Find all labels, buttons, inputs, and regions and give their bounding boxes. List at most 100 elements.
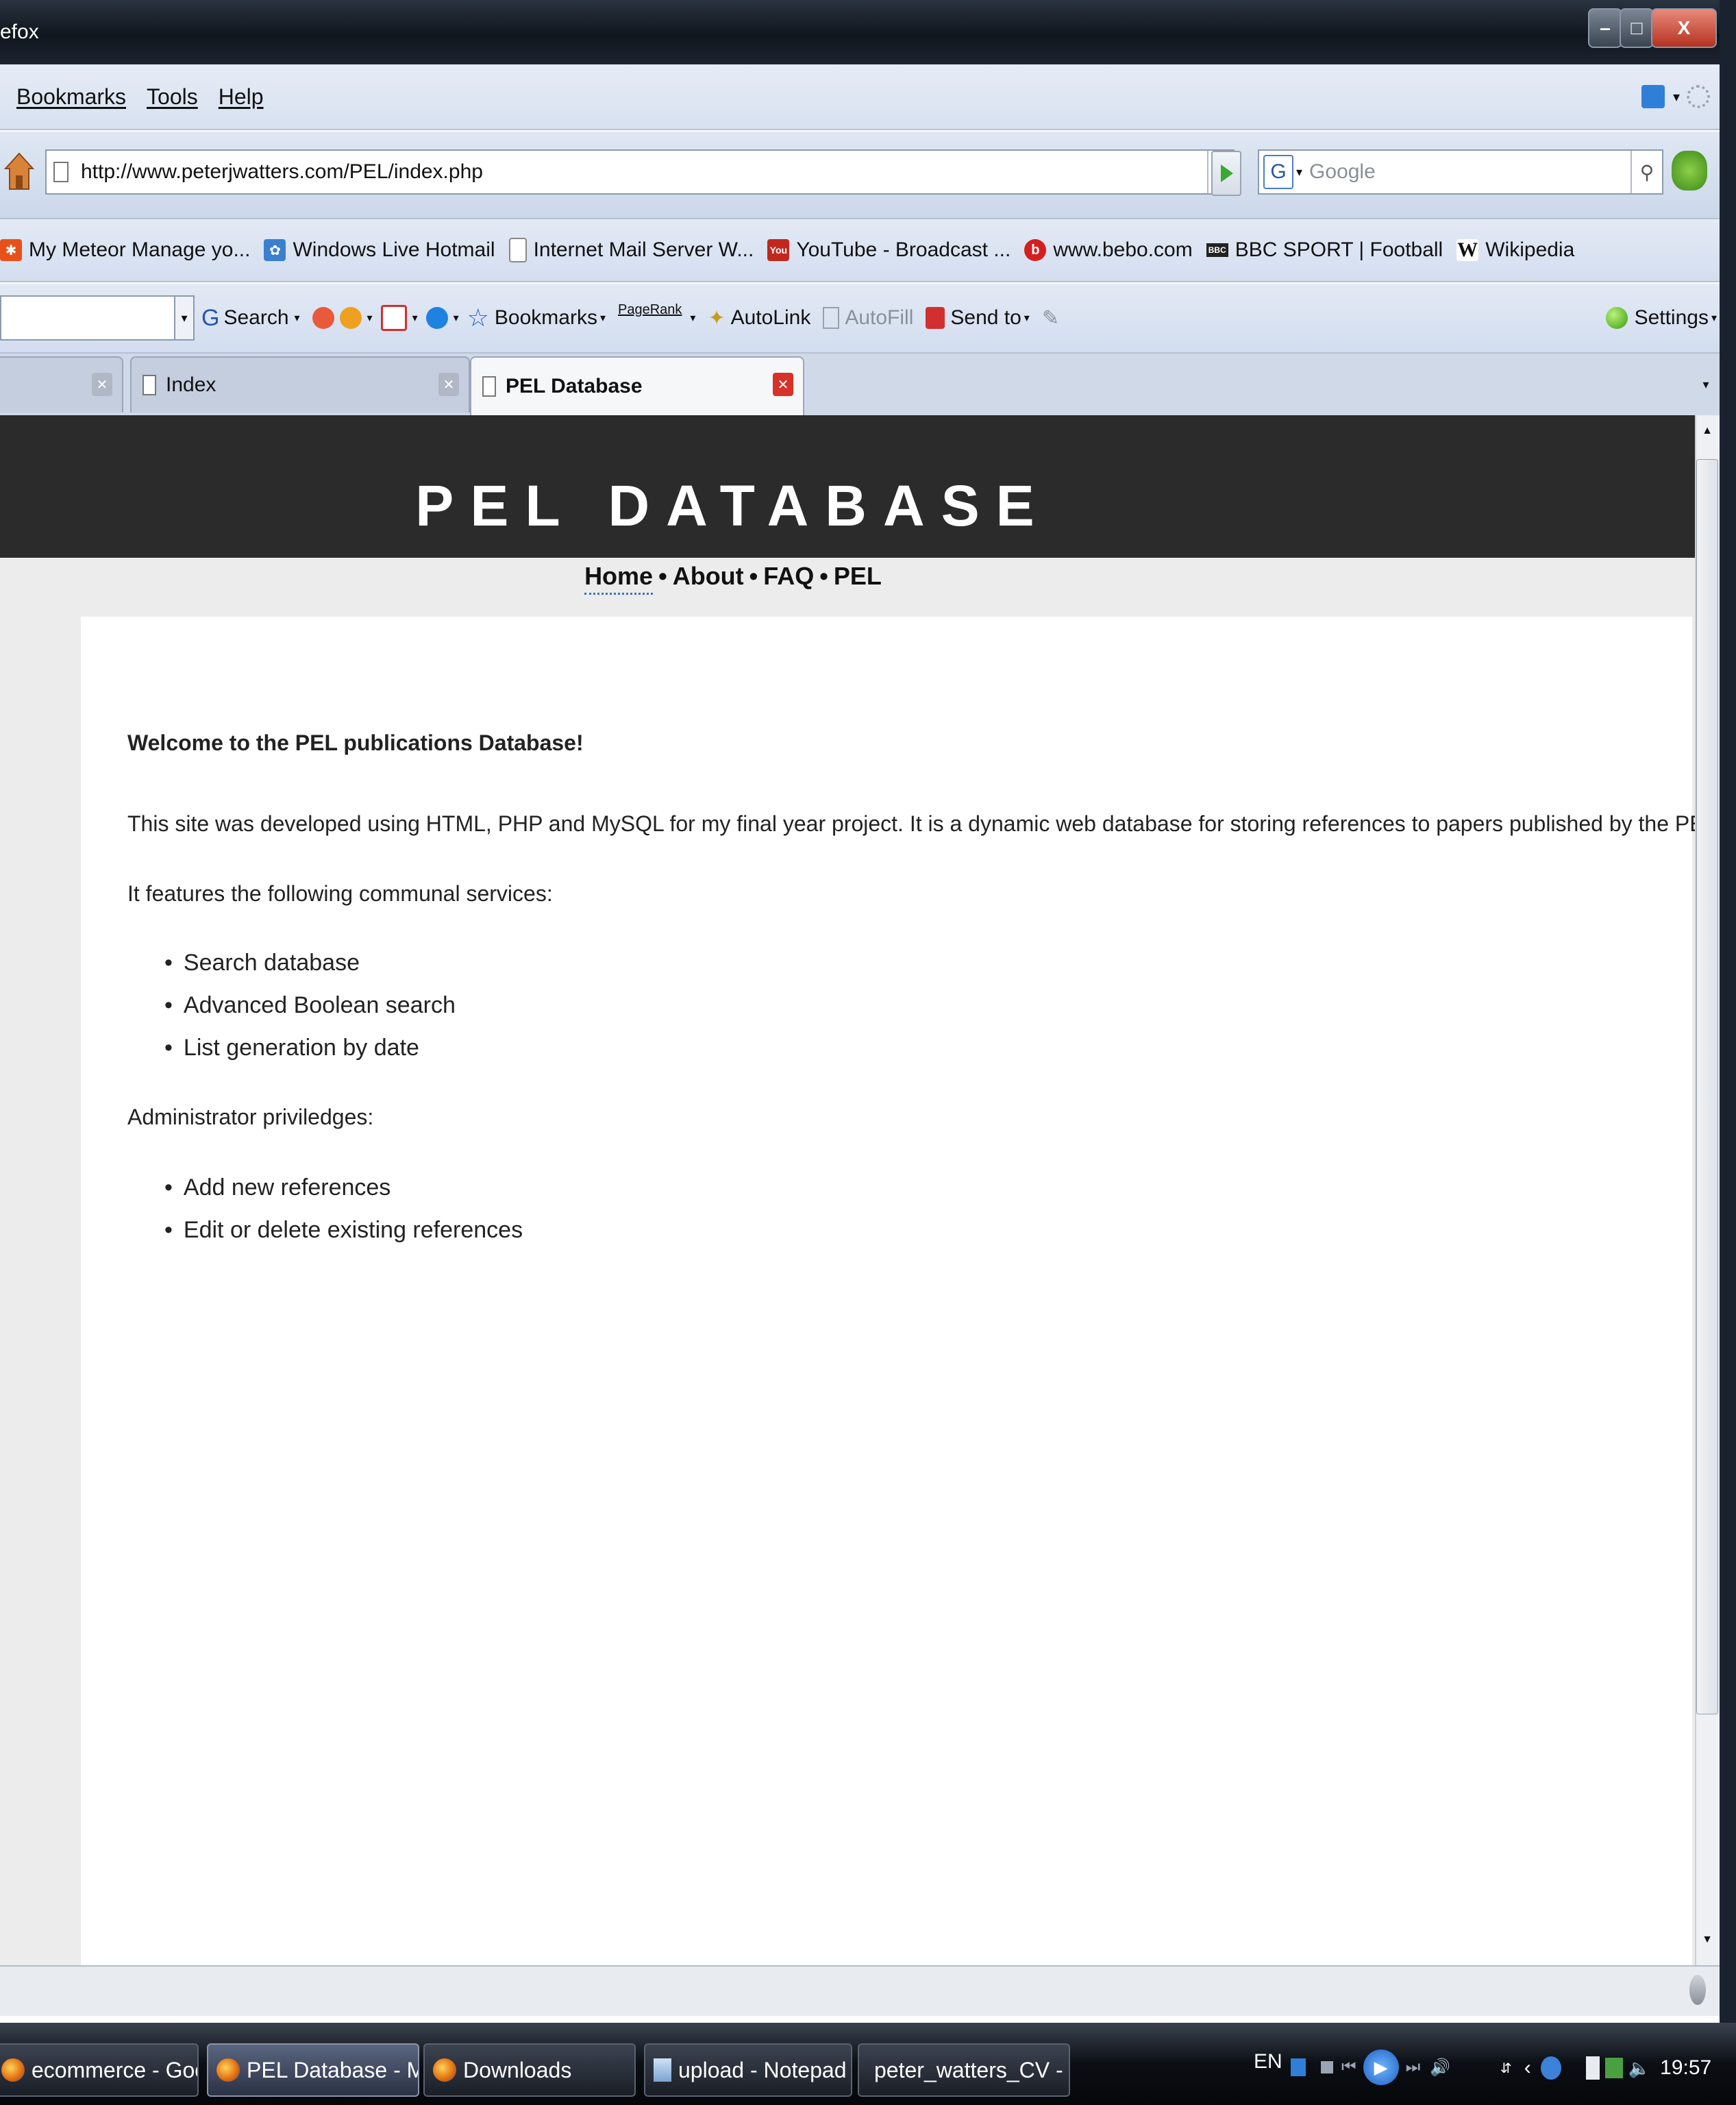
toolbar-search-button[interactable]: G Search ▾ xyxy=(201,305,300,332)
bookmark-hotmail[interactable]: ✿ Windows Live Hotmail xyxy=(264,238,495,262)
tab-index[interactable]: Index ✕ xyxy=(130,356,470,413)
language-indicator[interactable]: EN xyxy=(1254,2050,1282,2073)
display-icon[interactable] xyxy=(1604,2058,1623,2078)
chevron-down-icon[interactable]: ▾ xyxy=(412,311,418,325)
popup-blocker-icon[interactable] xyxy=(312,307,334,329)
bookmark-meteor[interactable]: ✱ My Meteor Manage yo... xyxy=(0,238,250,262)
tab-label: Index xyxy=(166,373,216,396)
previous-icon[interactable]: ⏮ xyxy=(1341,2058,1356,2077)
chevron-down-icon[interactable]: ▾ xyxy=(174,297,193,339)
bookmark-bebo[interactable]: b www.bebo.com xyxy=(1024,238,1193,262)
tab-partial[interactable]: ✕ xyxy=(0,356,123,413)
search-icon[interactable]: ⚲ xyxy=(1630,151,1662,193)
bookmark-wikipedia[interactable]: W Wikipedia xyxy=(1456,238,1574,262)
nav-pel-link[interactable]: PEL xyxy=(834,562,882,590)
bookmark-ribbon-icon[interactable] xyxy=(380,305,407,331)
chevron-down-icon[interactable]: ▾ xyxy=(367,311,373,325)
nav-faq-link[interactable]: FAQ xyxy=(763,562,814,590)
battery-icon[interactable] xyxy=(1585,2056,1600,2080)
chevron-left-icon[interactable]: ‹ xyxy=(1524,2056,1531,2080)
status-green-icon xyxy=(1605,307,1628,329)
toolbar-sendto-button[interactable]: Send to ▾ xyxy=(926,306,1030,330)
window-frame xyxy=(1720,0,1736,2023)
nav-about-link[interactable]: About xyxy=(673,562,744,590)
admin-item: Edit or delete existing references xyxy=(164,1217,523,1244)
admin-item: Add new references xyxy=(164,1174,390,1201)
menu-tools[interactable]: Tools xyxy=(147,84,198,110)
page-icon xyxy=(482,376,496,397)
taskbar-item-pel-database[interactable]: PEL Database - Mozi... xyxy=(207,2043,419,2097)
menu-help[interactable]: Help xyxy=(219,84,264,110)
media-player-controls[interactable]: ⏮ ▶ ⏭ 🔊 xyxy=(1291,2042,1496,2093)
throbber-icon xyxy=(1687,85,1710,108)
volume-icon[interactable]: 🔊 xyxy=(1430,2058,1450,2078)
minimize-button[interactable]: – xyxy=(1588,8,1622,48)
url-bar[interactable]: http://www.peterjwatters.com/PEL/index.p… xyxy=(45,149,1235,195)
sendto-label: Send to xyxy=(950,306,1021,329)
firefox-icon xyxy=(433,2058,456,2082)
home-icon[interactable] xyxy=(3,151,35,192)
settings-label: Settings xyxy=(1634,306,1709,329)
highlighter-icon[interactable]: ✎ xyxy=(1042,306,1059,330)
toolbar-autofill-button[interactable]: AutoFill xyxy=(823,306,913,330)
intro-paragraph: This site was developed using HTML, PHP … xyxy=(127,811,1736,836)
chevron-down-icon: ▾ xyxy=(294,312,300,324)
bookmark-youtube[interactable]: You YouTube - Broadcast ... xyxy=(767,238,1010,262)
toolbar-bookmarks-button[interactable]: ☆ Bookmarks ▾ xyxy=(467,304,606,332)
menu-bookmarks[interactable]: Bookmarks xyxy=(16,84,126,110)
scrollbar-thumb[interactable] xyxy=(1696,459,1718,1714)
feature-item: List generation by date xyxy=(164,1035,419,1061)
taskbar-item-label: Downloads xyxy=(463,2057,572,2082)
chevron-down-icon[interactable]: ▾ xyxy=(454,311,459,325)
taskbar-item-downloads[interactable]: Downloads xyxy=(423,2043,636,2097)
go-icon[interactable] xyxy=(1211,151,1241,196)
notepad-icon xyxy=(654,2058,671,2082)
search-box[interactable]: G ▾ Google ⚲ xyxy=(1258,149,1663,195)
play-icon[interactable]: ▶ xyxy=(1363,2049,1399,2085)
tab-list-button[interactable]: ▾ xyxy=(1692,356,1720,413)
tab-close-icon[interactable]: ✕ xyxy=(92,373,112,396)
chevron-down-icon[interactable]: ▾ xyxy=(1673,88,1680,106)
bookmark-mail-server[interactable]: Internet Mail Server W... xyxy=(508,238,754,262)
maximize-button[interactable]: □ xyxy=(1620,8,1654,48)
close-window-button[interactable]: X xyxy=(1651,8,1717,48)
taskbar-item-cv[interactable]: peter_watters_CV - ... xyxy=(858,2043,1070,2097)
taskbar-item-label: peter_watters_CV - ... xyxy=(874,2057,1070,2082)
chat-icon[interactable] xyxy=(425,307,448,329)
tab-close-icon[interactable]: ✕ xyxy=(773,373,793,396)
speaker-icon[interactable]: 🔈 xyxy=(1628,2058,1650,2079)
tab-pel-database[interactable]: PEL Database ✕ xyxy=(470,356,804,415)
pagerank-label: PageRank xyxy=(618,301,682,317)
nav-separator: • xyxy=(658,562,667,590)
bookmark-label: Wikipedia xyxy=(1485,238,1575,261)
wand-icon: ✦ xyxy=(708,306,726,330)
tab-close-icon[interactable]: ✕ xyxy=(438,373,459,396)
addon-icon[interactable] xyxy=(1672,151,1707,190)
bookmark-label: www.bebo.com xyxy=(1053,238,1193,261)
chevron-down-icon: ▾ xyxy=(690,312,696,324)
network-icon[interactable] xyxy=(1540,2056,1561,2080)
clock[interactable]: 19:57 xyxy=(1660,2056,1711,2080)
taskbar-item-label: upload - Notepad xyxy=(678,2057,847,2082)
nav-home-link[interactable]: Home xyxy=(584,562,654,595)
scroll-up-icon[interactable]: ▲ xyxy=(1696,425,1718,450)
next-icon[interactable]: ⏭ xyxy=(1406,2058,1421,2077)
toolbar-autolink-button[interactable]: ✦ AutoLink xyxy=(708,306,810,330)
tray-arrows-icon[interactable]: ⇵ xyxy=(1500,2060,1512,2077)
stop-icon[interactable] xyxy=(1321,2061,1333,2073)
media-player-icon[interactable] xyxy=(1641,85,1665,108)
toolbar-settings-button[interactable]: Settings ▾ xyxy=(1605,306,1717,330)
bbc-icon: BBC xyxy=(1206,243,1228,257)
bookmark-label: Internet Mail Server W... xyxy=(533,238,754,261)
taskbar-item-ecommerce[interactable]: ecommerce - Googl... xyxy=(0,2043,199,2097)
bookmark-bbc-sport[interactable]: BBC BBC SPORT | Football xyxy=(1206,238,1443,262)
toolbar-search-field[interactable]: ▾ xyxy=(0,295,195,341)
chevron-down-icon[interactable]: ▾ xyxy=(1296,165,1302,180)
taskbar-item-notepad[interactable]: upload - Notepad xyxy=(644,2043,852,2097)
gmail-icon[interactable] xyxy=(339,307,362,329)
google-icon[interactable]: G xyxy=(1263,155,1293,189)
search-input[interactable]: Google xyxy=(1309,160,1376,184)
form-icon xyxy=(823,307,840,329)
toolbar-pagerank[interactable]: PageRank ▾ xyxy=(618,302,696,326)
scroll-down-icon[interactable]: ▼ xyxy=(1696,1934,1718,1958)
